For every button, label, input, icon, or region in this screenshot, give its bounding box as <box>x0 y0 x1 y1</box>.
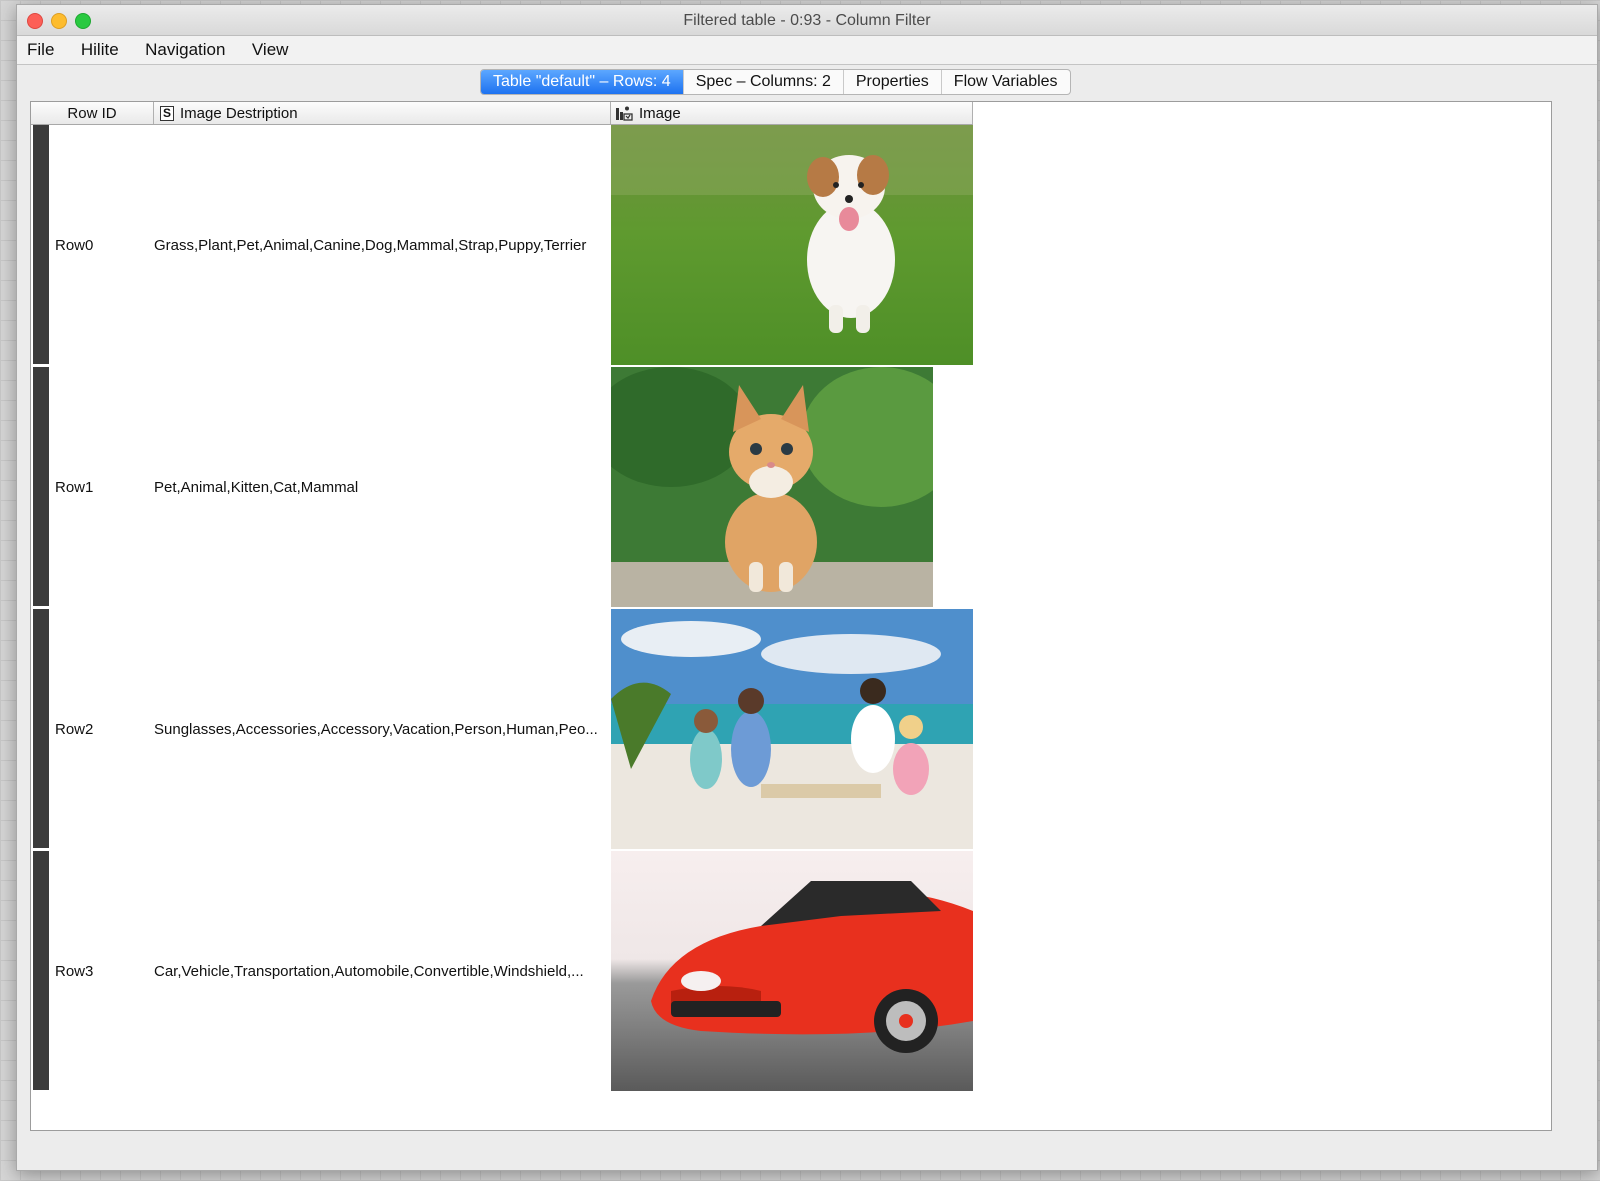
column-header-description[interactable]: S Image Destription <box>154 102 611 124</box>
row-selection-marker[interactable] <box>33 367 49 606</box>
menu-view[interactable]: View <box>241 36 300 60</box>
menu-bar: File Hilite Navigation View <box>17 36 1597 65</box>
tab-spec[interactable]: Spec – Columns: 2 <box>684 70 844 94</box>
column-header-label: Image Destription <box>180 104 298 122</box>
description-cell: Sunglasses,Accessories,Accessory,Vacatio… <box>154 721 598 738</box>
menu-hilite[interactable]: Hilite <box>70 36 130 60</box>
tab-bar: Table "default" – Rows: 4 Spec – Columns… <box>480 69 1071 95</box>
row-selection-marker[interactable] <box>33 851 49 1090</box>
row-selection-marker[interactable] <box>33 125 49 364</box>
puppy-photo <box>611 125 973 365</box>
window-title: Filtered table - 0:93 - Column Filter <box>683 12 931 29</box>
table-row[interactable]: Row3 Car,Vehicle,Transportation,Automobi… <box>31 851 973 1092</box>
table-header: Row ID S Image Destription Image <box>31 102 973 125</box>
row-id-cell: Row3 <box>55 963 94 980</box>
table-panel: Row ID S Image Destription Image Row0 Gr… <box>30 101 1552 1131</box>
title-bar: Filtered table - 0:93 - Column Filter <box>17 5 1597 36</box>
row-id-cell: Row2 <box>55 721 94 738</box>
row-id-cell: Row0 <box>55 237 94 254</box>
column-header-label: Row ID <box>67 104 117 122</box>
menu-navigation[interactable]: Navigation <box>134 36 236 60</box>
tab-properties[interactable]: Properties <box>844 70 942 94</box>
menu-file[interactable]: File <box>17 36 65 60</box>
string-type-icon: S <box>160 105 174 121</box>
tab-flow-variables[interactable]: Flow Variables <box>942 70 1070 94</box>
column-header-row-id[interactable]: Row ID <box>31 102 154 124</box>
table-row[interactable]: Row2 Sunglasses,Accessories,Accessory,Va… <box>31 609 973 850</box>
row-id-cell: Row1 <box>55 479 94 496</box>
image-type-icon <box>616 106 633 121</box>
table-row[interactable]: Row1 Pet,Animal,Kitten,Cat,Mammal <box>31 367 973 608</box>
description-cell: Car,Vehicle,Transportation,Automobile,Co… <box>154 963 584 980</box>
description-cell: Grass,Plant,Pet,Animal,Canine,Dog,Mammal… <box>154 237 587 254</box>
row-selection-marker[interactable] <box>33 609 49 848</box>
description-cell: Pet,Animal,Kitten,Cat,Mammal <box>154 479 359 496</box>
tab-table[interactable]: Table "default" – Rows: 4 <box>481 70 684 94</box>
table-row[interactable]: Row0 Grass,Plant,Pet,Animal,Canine,Dog,M… <box>31 125 973 366</box>
column-header-image[interactable]: Image <box>611 102 973 124</box>
column-header-label: Image <box>639 104 681 122</box>
kitten-photo <box>611 367 933 607</box>
beach-family-photo <box>611 609 973 849</box>
red-convertible-photo <box>611 851 973 1091</box>
table-view-window: Filtered table - 0:93 - Column Filter Fi… <box>16 4 1598 1171</box>
